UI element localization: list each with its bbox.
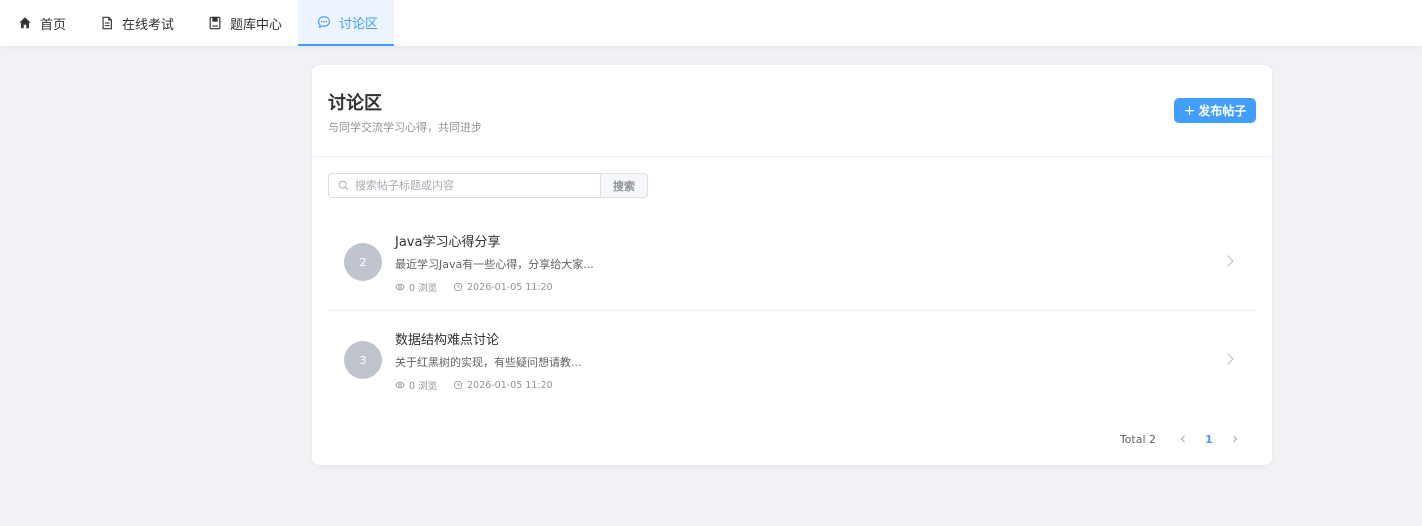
notebook-icon [209, 16, 221, 30]
search-button[interactable]: 搜索 [600, 173, 648, 198]
nav-item-question-bank[interactable]: 题库中心 [190, 0, 298, 46]
post-time: 2026-01-05 11:20 [453, 280, 553, 294]
nav-item-label: 在线考试 [122, 17, 175, 33]
clock-icon [453, 380, 463, 390]
post-time-text: 2026-01-05 11:20 [467, 379, 553, 391]
view-count: 0 浏览 [395, 280, 437, 294]
discussion-card: 讨论区 与同学交流学习心得，共同进步 + 发布帖子 搜索 2 Java学习心得分… [312, 65, 1272, 465]
post-title[interactable]: 数据结构难点讨论 [395, 329, 499, 348]
new-post-button[interactable]: + 发布帖子 [1174, 98, 1256, 123]
view-count-text: 0 浏览 [409, 283, 438, 294]
post-time-text: 2026-01-05 11:20 [467, 281, 553, 293]
plus-icon: + [1183, 102, 1196, 119]
nav-item-label: 题库中心 [230, 17, 283, 33]
nav-item-discussion[interactable]: 讨论区 [298, 0, 395, 46]
post-meta: 0 浏览 2026-01-05 11:20 [395, 280, 553, 294]
clock-icon [453, 282, 463, 292]
chevron-left-icon [1180, 435, 1185, 443]
search-field[interactable] [328, 173, 600, 198]
post-meta: 0 浏览 2026-01-05 11:20 [395, 378, 553, 392]
home-icon [19, 17, 31, 29]
page-subtitle: 与同学交流学习心得，共同进步 [328, 121, 482, 134]
search-input[interactable] [355, 179, 595, 192]
view-count-text: 0 浏览 [409, 381, 438, 392]
view-count: 0 浏览 [395, 378, 437, 392]
chat-bubble-icon [318, 16, 331, 29]
avatar: 2 [344, 243, 382, 281]
list-item[interactable]: 2 Java学习心得分享 最近学习Java有一些心得，分享给大家... 0 浏览… [328, 213, 1256, 310]
page-title: 讨论区 [328, 93, 382, 114]
post-list: 2 Java学习心得分享 最近学习Java有一些心得，分享给大家... 0 浏览… [328, 213, 1256, 407]
pagination-total: Total 2 [1119, 432, 1156, 446]
post-excerpt: 关于红黑树的实现，有些疑问想请教... [395, 356, 582, 369]
document-icon [102, 16, 112, 30]
eye-icon [395, 283, 405, 291]
post-title[interactable]: Java学习心得分享 [395, 231, 500, 250]
post-excerpt: 最近学习Java有一些心得，分享给大家... [395, 258, 594, 271]
chevron-right-icon [1227, 255, 1234, 267]
search-icon [338, 180, 349, 191]
post-time: 2026-01-05 11:20 [453, 378, 553, 392]
avatar: 3 [344, 341, 382, 379]
nav-item-label: 讨论区 [339, 16, 379, 32]
new-post-label: 发布帖子 [1198, 104, 1247, 118]
nav-item-home[interactable]: 首页 [0, 0, 84, 46]
search-bar: 搜索 [328, 173, 648, 198]
eye-icon [395, 381, 405, 389]
pagination: Total 2 1 [1120, 429, 1248, 449]
nav-item-label: 首页 [40, 17, 67, 33]
prev-page-button[interactable] [1170, 429, 1196, 449]
page-number-current[interactable]: 1 [1196, 429, 1222, 449]
top-nav: 首页 在线考试 题库中心 讨论区 [0, 0, 1422, 46]
chevron-right-icon [1233, 435, 1238, 443]
card-header: 讨论区 与同学交流学习心得，共同进步 + 发布帖子 [312, 65, 1272, 157]
next-page-button[interactable] [1222, 429, 1248, 449]
chevron-right-icon [1227, 353, 1234, 365]
nav-item-online-exam[interactable]: 在线考试 [84, 0, 190, 46]
list-item[interactable]: 3 数据结构难点讨论 关于红黑树的实现，有些疑问想请教... 0 浏览 2026… [328, 310, 1256, 407]
